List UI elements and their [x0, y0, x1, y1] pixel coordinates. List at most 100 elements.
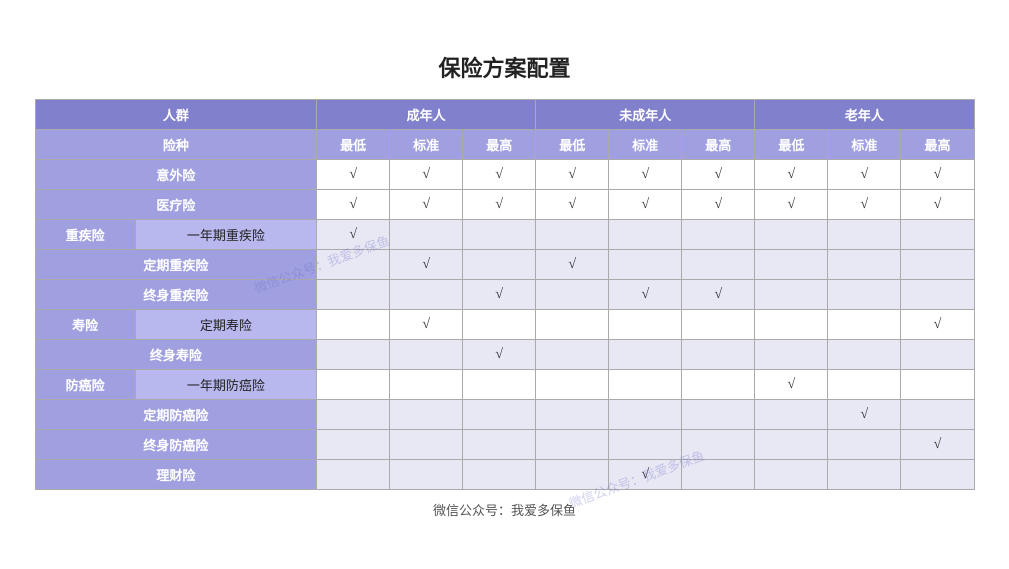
checkmark: √: [934, 197, 942, 212]
data-cell: [682, 339, 755, 369]
data-cell: [463, 309, 536, 339]
checkmark: √: [934, 167, 942, 182]
data-cell: √: [901, 309, 974, 339]
data-cell: [901, 279, 974, 309]
checkmark: √: [422, 167, 430, 182]
data-cell: √: [682, 159, 755, 189]
checkmark: √: [861, 407, 869, 422]
th-minor-low: 最低: [536, 129, 609, 159]
standalone-label: 终身寿险: [35, 339, 317, 369]
checkmark: √: [641, 167, 649, 182]
data-cell: √: [317, 159, 390, 189]
data-cell: [828, 309, 901, 339]
data-cell: √: [609, 279, 682, 309]
checkmark: √: [568, 257, 576, 272]
checkmark: √: [788, 377, 796, 392]
checkmark: √: [641, 197, 649, 212]
data-cell: √: [463, 339, 536, 369]
data-cell: √: [536, 159, 609, 189]
table-row: 重疾险一年期重疾险 √: [35, 219, 974, 249]
checkmark: √: [422, 257, 430, 272]
data-cell: √: [317, 219, 390, 249]
data-cell: [609, 399, 682, 429]
checkmark: √: [788, 197, 796, 212]
th-minor-std: 标准: [609, 129, 682, 159]
header-sub-row: 险种 最低 标准 最高 最低 标准 最高 最低 标准 最高: [35, 129, 974, 159]
checkmark: √: [934, 437, 942, 452]
table-container: 微信公众号：我爱多保鱼 微信公众号：我爱多保鱼 人群 成年人 未成年人 老年人 …: [35, 99, 975, 490]
th-group-label: 人群: [35, 99, 317, 129]
data-cell: [536, 429, 609, 459]
category-label: 防癌险: [35, 369, 135, 399]
category-label: 重疾险: [35, 219, 135, 249]
data-cell: √: [463, 279, 536, 309]
data-cell: [463, 249, 536, 279]
data-cell: √: [536, 249, 609, 279]
data-cell: √: [390, 189, 463, 219]
data-cell: [390, 369, 463, 399]
data-cell: [609, 369, 682, 399]
checkmark: √: [788, 167, 796, 182]
standalone-label: 定期重疾险: [35, 249, 317, 279]
data-cell: √: [682, 189, 755, 219]
data-cell: [828, 369, 901, 399]
checkmark: √: [714, 167, 722, 182]
sub-label: 一年期防癌险: [135, 369, 317, 399]
data-cell: [609, 219, 682, 249]
data-cell: [390, 279, 463, 309]
data-cell: [609, 429, 682, 459]
data-cell: [755, 429, 828, 459]
table-row: 寿险定期寿险√√: [35, 309, 974, 339]
data-cell: [390, 399, 463, 429]
data-cell: [755, 309, 828, 339]
checkmark: √: [714, 197, 722, 212]
data-cell: √: [317, 189, 390, 219]
data-cell: √: [390, 249, 463, 279]
data-cell: [463, 459, 536, 489]
data-cell: [755, 339, 828, 369]
data-cell: [317, 459, 390, 489]
standalone-label: 理财险: [35, 459, 317, 489]
checkmark: √: [568, 167, 576, 182]
checkmark: √: [422, 197, 430, 212]
th-elderly-low: 最低: [755, 129, 828, 159]
th-adult-low: 最低: [317, 129, 390, 159]
data-cell: [609, 339, 682, 369]
checkmark: √: [861, 197, 869, 212]
data-cell: [828, 429, 901, 459]
data-cell: [390, 339, 463, 369]
data-cell: [317, 429, 390, 459]
sub-label: 定期寿险: [135, 309, 317, 339]
th-elderly-std: 标准: [828, 129, 901, 159]
data-cell: [828, 279, 901, 309]
data-cell: [536, 459, 609, 489]
checkmark: √: [861, 167, 869, 182]
insurance-table: 人群 成年人 未成年人 老年人 险种 最低 标准 最高 最低 标准 最高 最低 …: [35, 99, 975, 490]
data-cell: [682, 219, 755, 249]
header-group-row: 人群 成年人 未成年人 老年人: [35, 99, 974, 129]
checkmark: √: [349, 227, 357, 242]
data-cell: √: [755, 369, 828, 399]
data-cell: [609, 309, 682, 339]
data-cell: √: [828, 399, 901, 429]
checkmark: √: [349, 197, 357, 212]
table-row: 理财险 √: [35, 459, 974, 489]
data-cell: [682, 369, 755, 399]
data-cell: √: [828, 159, 901, 189]
data-cell: [390, 429, 463, 459]
checkmark: √: [934, 317, 942, 332]
data-cell: [901, 399, 974, 429]
data-cell: √: [682, 279, 755, 309]
data-cell: [828, 219, 901, 249]
page-title: 保险方案配置: [35, 51, 975, 83]
data-cell: √: [390, 309, 463, 339]
data-cell: √: [463, 189, 536, 219]
data-cell: √: [609, 459, 682, 489]
sub-label: 一年期重疾险: [135, 219, 317, 249]
th-elderly-high: 最高: [901, 129, 974, 159]
data-cell: [901, 459, 974, 489]
data-cell: √: [755, 159, 828, 189]
data-cell: √: [901, 189, 974, 219]
data-cell: [828, 339, 901, 369]
data-cell: [536, 279, 609, 309]
